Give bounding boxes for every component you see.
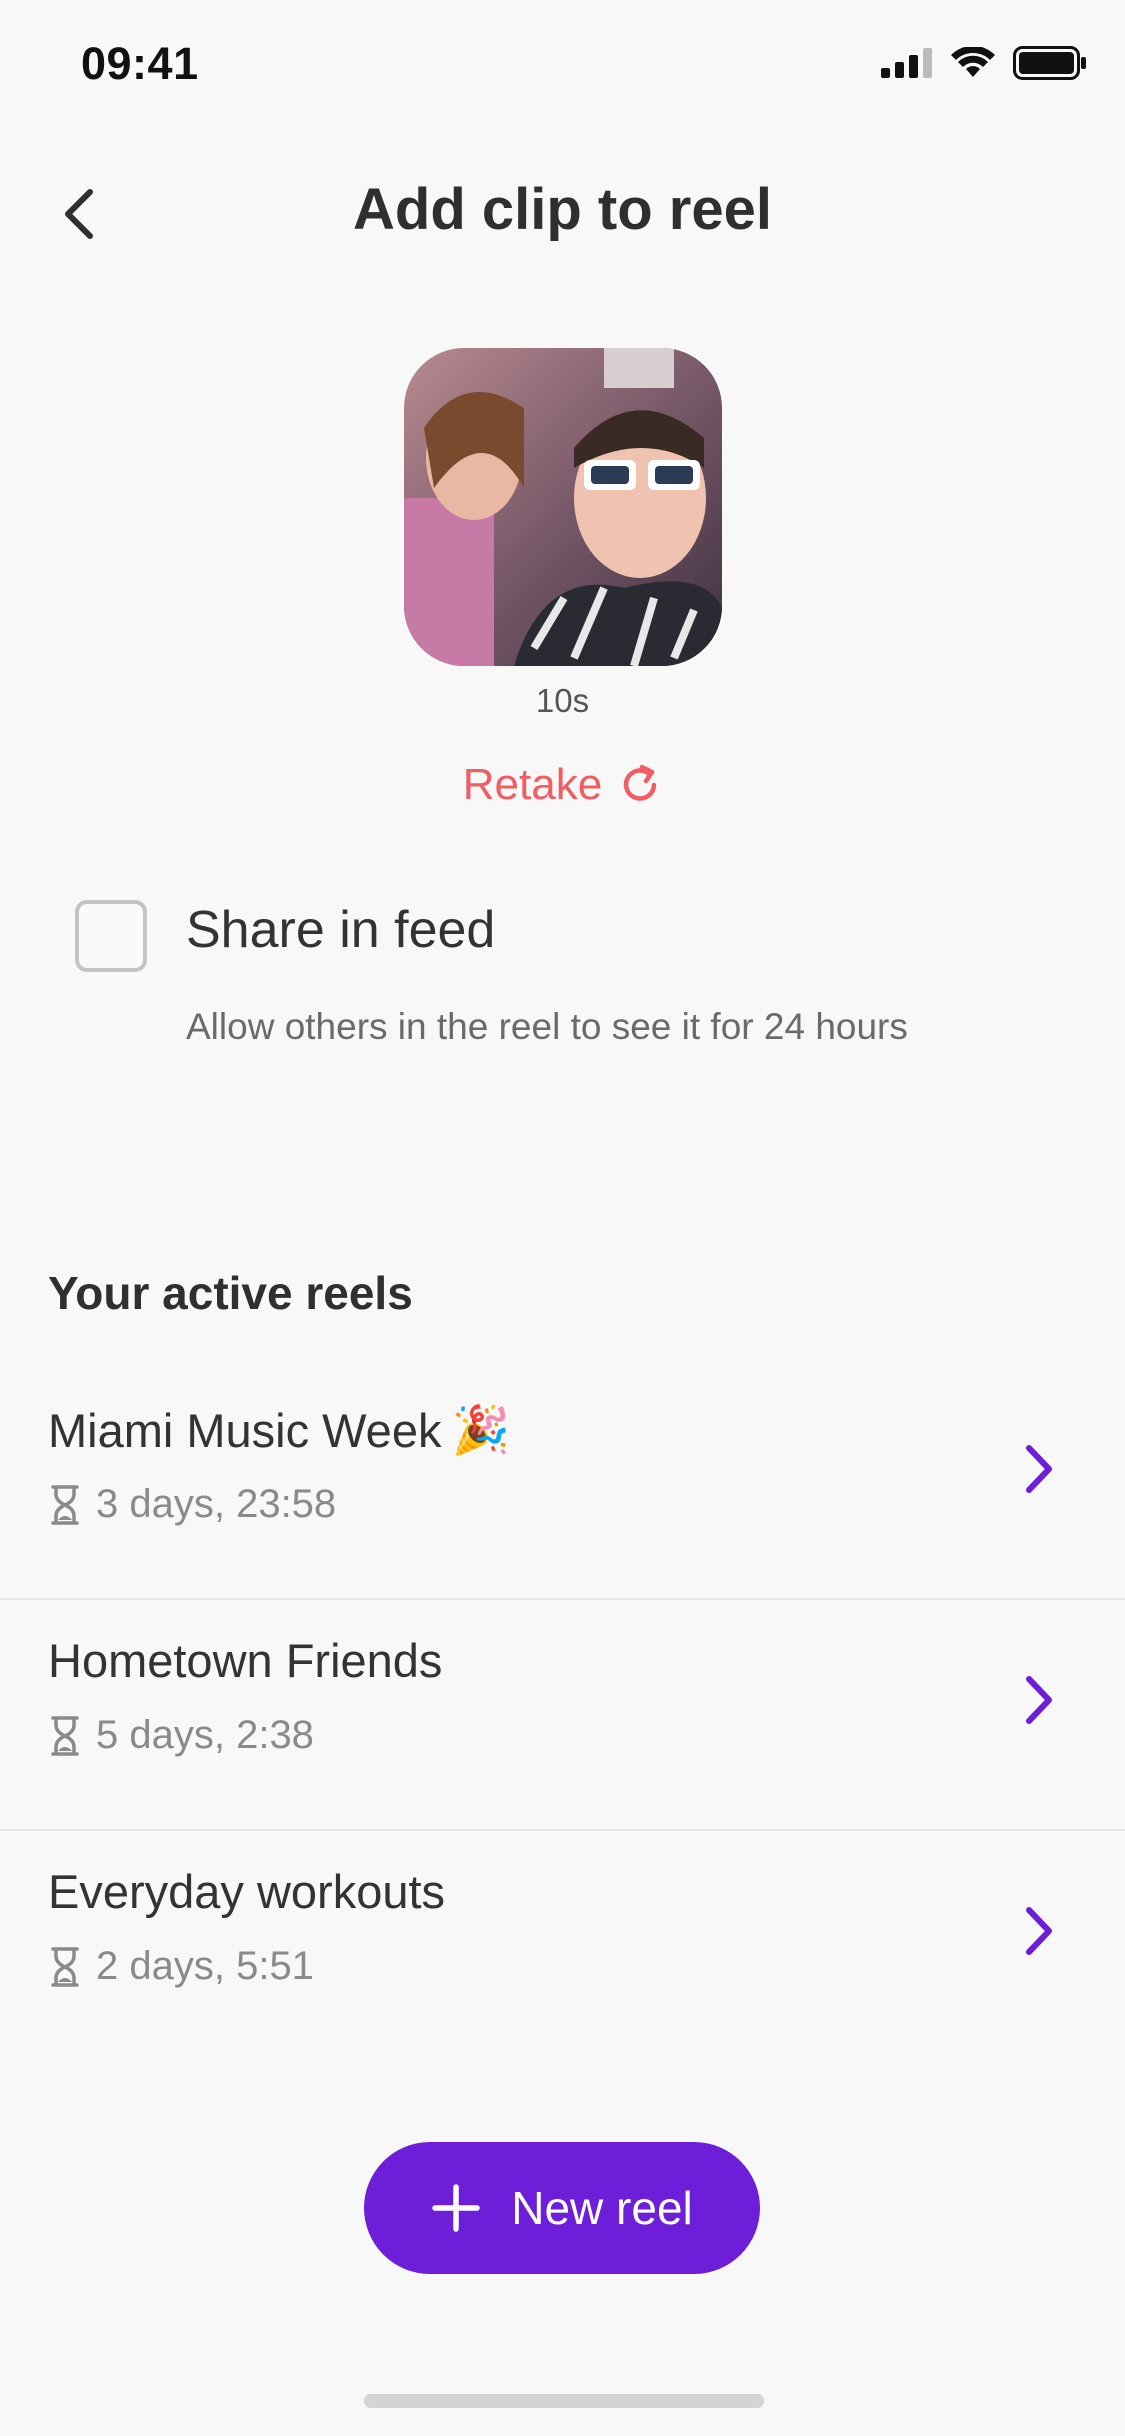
retake-label: Retake bbox=[462, 760, 603, 809]
wifi-icon bbox=[951, 47, 995, 77]
reel-name: Hometown Friends bbox=[48, 1634, 443, 1687]
share-in-feed-label: Share in feed bbox=[186, 901, 496, 959]
new-reel-label: New reel bbox=[511, 2182, 693, 2234]
hourglass-icon bbox=[51, 1715, 79, 1756]
hourglass-icon bbox=[51, 1484, 79, 1525]
reel-time-left: 5 days, 2:38 bbox=[48, 1713, 314, 1758]
home-indicator[interactable] bbox=[364, 2394, 764, 2408]
refresh-icon bbox=[623, 764, 657, 801]
reel-item[interactable]: Everyday workouts 2 days, 5:51 bbox=[0, 1832, 1125, 2062]
new-reel-button[interactable]: New reel bbox=[364, 2142, 760, 2274]
signal-icon bbox=[881, 48, 932, 78]
status-time: 09:41 bbox=[81, 38, 199, 89]
clip-thumbnail[interactable] bbox=[404, 348, 722, 666]
status-icons bbox=[881, 46, 1087, 80]
reel-name: Miami Music Week 🎉 bbox=[48, 1403, 510, 1457]
reel-time-left: 3 days, 23:58 bbox=[48, 1482, 336, 1527]
chevron-right-icon bbox=[1026, 1676, 1052, 1724]
chevron-right-icon bbox=[1026, 1445, 1052, 1493]
chevron-right-icon bbox=[1026, 1907, 1052, 1955]
reel-time-left: 2 days, 5:51 bbox=[48, 1944, 314, 1989]
active-reels-heading: Your active reels bbox=[48, 1267, 413, 1319]
reel-item[interactable]: Miami Music Week 🎉 3 days, 23:58 bbox=[0, 1370, 1125, 1600]
hourglass-icon bbox=[51, 1946, 79, 1987]
party-popper-emoji: 🎉 bbox=[451, 1403, 510, 1456]
battery-icon bbox=[1013, 46, 1086, 80]
page-title: Add clip to reel bbox=[353, 177, 772, 242]
retake-button[interactable]: Retake bbox=[0, 760, 1125, 810]
reel-item[interactable]: Hometown Friends 5 days, 2:38 bbox=[0, 1601, 1125, 1831]
plus-icon bbox=[432, 2184, 480, 2232]
add-clip-screen: 09:41 Add clip to reel 10s Retake Share … bbox=[0, 0, 1125, 2436]
reel-name: Everyday workouts bbox=[48, 1865, 446, 1918]
share-in-feed-checkbox[interactable] bbox=[75, 900, 147, 972]
share-in-feed-description: Allow others in the reel to see it for 2… bbox=[186, 1006, 908, 1047]
clip-duration: 10s bbox=[535, 682, 590, 719]
